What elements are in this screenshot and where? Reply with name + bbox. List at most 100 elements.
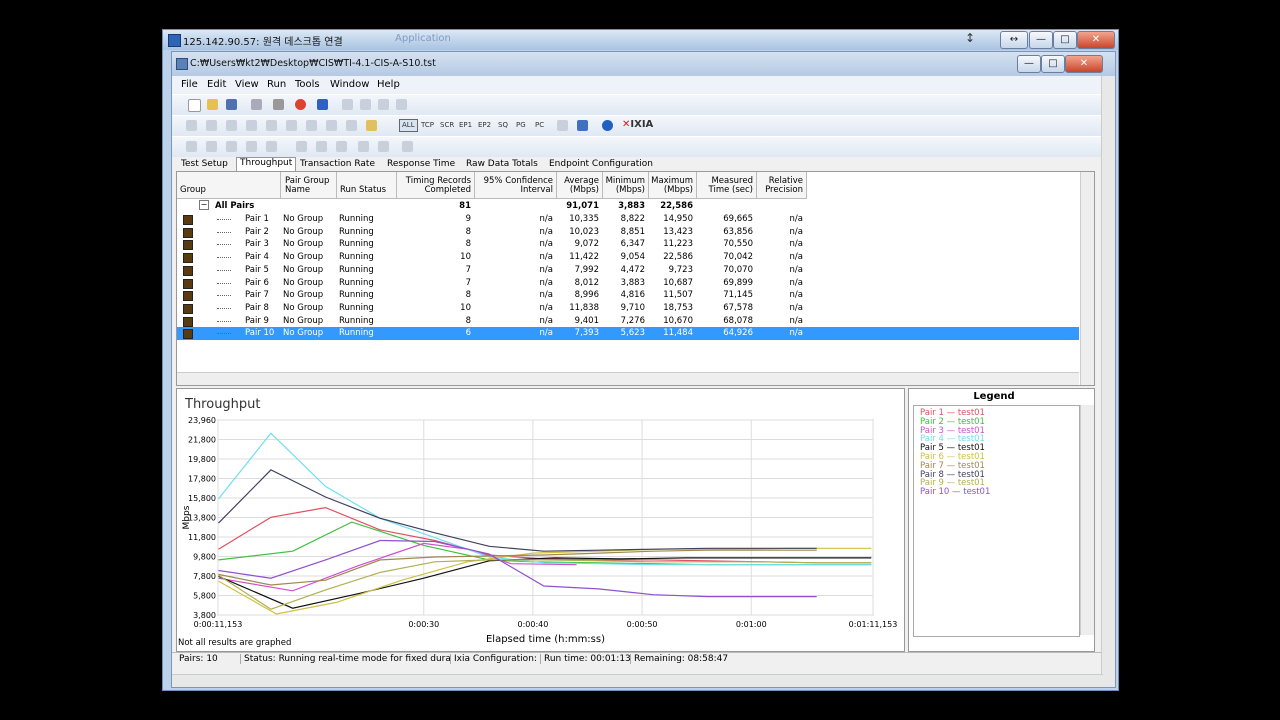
header-measured-time[interactable]: Measured Time (sec) [697,172,757,199]
header-timing-records[interactable]: Timing Records Completed [397,172,475,199]
table-row[interactable]: Pair 6 No Group Running 7 n/a 8,012 3,883 10,68… [177,277,1079,290]
abort-icon[interactable] [378,99,389,110]
cell-status: Running [339,226,374,237]
app-minimize-button[interactable]: — [1017,55,1041,73]
edit-icon[interactable] [286,120,297,131]
summary-row[interactable]: − All Pairs 81 91,071 3,883 22,586 [177,200,1079,213]
grid-horizontal-scrollbar[interactable] [177,372,1079,385]
sort-icon[interactable] [326,120,337,131]
table-row[interactable]: Pair 8 No Group Running 10 n/a 11,838 9,710 18,… [177,302,1079,315]
copy-icon[interactable] [226,120,237,131]
menu-window[interactable]: Window [330,79,369,90]
tree-line [217,269,231,271]
app-vertical-scrollbar[interactable] [1101,76,1115,687]
filter-sq-button[interactable]: SQ [498,121,508,129]
delete-icon[interactable] [266,120,277,131]
expand-icon[interactable] [336,141,347,152]
menu-help[interactable]: Help [377,79,400,90]
multicast-icon[interactable] [206,141,217,152]
remote-desktop-titlebar[interactable]: 125.142.90.57: 원격 데스크톱 연결 Application ↕ … [163,30,1118,50]
filter-icon[interactable] [346,120,357,131]
pair-icon [183,227,193,238]
step-icon[interactable] [342,99,353,110]
filter-ep1-button[interactable]: EP1 [459,121,472,129]
ungroup-icon[interactable] [316,141,327,152]
group-icon[interactable] [296,141,307,152]
grid-vertical-scrollbar[interactable] [1080,172,1094,385]
legend-item[interactable]: Pair 10 — test01 [920,487,990,497]
tool-icon[interactable] [396,99,407,110]
filter-pg-button[interactable]: PG [516,121,526,129]
tab-transaction-rate[interactable]: Transaction Rate [300,159,375,169]
info-icon[interactable] [602,120,613,131]
fit-icon[interactable] [378,141,389,152]
menu-edit[interactable]: Edit [207,79,226,90]
tab-test-setup[interactable]: Test Setup [181,159,228,169]
minimize-button[interactable]: — [1029,31,1053,49]
app-close-button[interactable]: ✕ [1065,55,1103,73]
header-run-status[interactable]: Run Status [337,172,397,199]
voip-icon[interactable] [226,141,237,152]
tab-response-time[interactable]: Response Time [387,159,455,169]
table-row[interactable]: Pair 9 No Group Running 8 n/a 9,401 7,276 10,67… [177,315,1079,328]
find-icon[interactable] [306,120,317,131]
table-row[interactable]: Pair 2 No Group Running 8 n/a 10,023 8,851 13,4… [177,226,1079,239]
table-row[interactable]: Pair 10 No Group Running 6 n/a 7,393 5,623 11,4… [177,327,1079,341]
undo-icon[interactable] [186,120,197,131]
tab-raw-data-totals[interactable]: Raw Data Totals [466,159,538,169]
graph-icon[interactable] [402,141,413,152]
menu-run[interactable]: Run [267,79,286,90]
save-icon[interactable] [226,99,237,110]
pause-icon[interactable] [360,99,371,110]
collapse-icon[interactable]: − [199,200,209,210]
export-icon[interactable] [557,120,568,131]
header-pair-group-name[interactable]: Pair Group Name [281,172,337,199]
legend-scrollbar[interactable] [1080,405,1094,635]
print-icon[interactable] [251,99,262,110]
video-icon[interactable] [246,141,257,152]
filter-all-button[interactable]: ALL [399,119,418,132]
table-row[interactable]: Pair 3 No Group Running 8 n/a 9,072 6,347 11,22… [177,238,1079,251]
app-maximize-button[interactable]: □ [1041,55,1065,73]
table-row[interactable]: Pair 5 No Group Running 7 n/a 7,992 4,472 9,723… [177,264,1079,277]
zoom-icon[interactable] [358,141,369,152]
header-group-label: Group [180,185,206,195]
table-row[interactable]: Pair 4 No Group Running 10 n/a 11,422 9,054 22,… [177,251,1079,264]
header-confidence-interval[interactable]: 95% Confidence Interval [475,172,557,199]
tab-endpoint-configuration[interactable]: Endpoint Configuration [549,159,653,169]
open-icon[interactable] [207,99,218,110]
header-maximum[interactable]: Maximum (Mbps) [649,172,697,199]
filter-tcp-button[interactable]: TCP [421,121,434,129]
app-titlebar[interactable]: C:₩Users₩kt2₩Desktop₩CIS₩TI-4.1-CIS-A-S1… [172,52,1115,76]
stop-icon[interactable] [295,99,306,110]
redo-icon[interactable] [206,120,217,131]
header-minimum[interactable]: Minimum (Mbps) [603,172,649,199]
summary-label: All Pairs [215,201,255,211]
filter-scr-button[interactable]: SCR [440,121,454,129]
hardware-icon[interactable] [266,141,277,152]
report-icon[interactable] [577,120,588,131]
table-row[interactable]: Pair 1 No Group Running 9 n/a 10,335 8,822 14,9… [177,213,1079,226]
new-icon[interactable] [188,99,201,112]
cell-timing: 10 [460,252,471,263]
tab-throughput[interactable]: Throughput [236,157,297,171]
filter-pc-button[interactable]: PC [535,121,544,129]
header-relative-precision[interactable]: Relative Precision [757,172,807,199]
header-group[interactable]: Group [177,172,281,199]
menu-file[interactable]: File [181,79,198,90]
maximize-button[interactable]: □ [1053,31,1077,49]
menu-view[interactable]: View [235,79,259,90]
pair-icon[interactable] [186,141,197,152]
restore-button[interactable]: ↔ [1000,31,1028,49]
close-button[interactable]: ✕ [1077,31,1115,49]
header-average[interactable]: Average (Mbps) [557,172,603,199]
run-icon[interactable] [317,99,328,110]
options-icon[interactable] [366,120,377,131]
cell-min: 5,623 [620,328,645,339]
filter-ep2-button[interactable]: EP2 [478,121,491,129]
table-row[interactable]: Pair 7 No Group Running 8 n/a 8,996 4,816 11,50… [177,289,1079,302]
menu-tools[interactable]: Tools [295,79,320,90]
paste-icon[interactable] [246,120,257,131]
cut-icon[interactable] [273,99,284,110]
app-horizontal-scrollbar[interactable] [172,674,1103,687]
